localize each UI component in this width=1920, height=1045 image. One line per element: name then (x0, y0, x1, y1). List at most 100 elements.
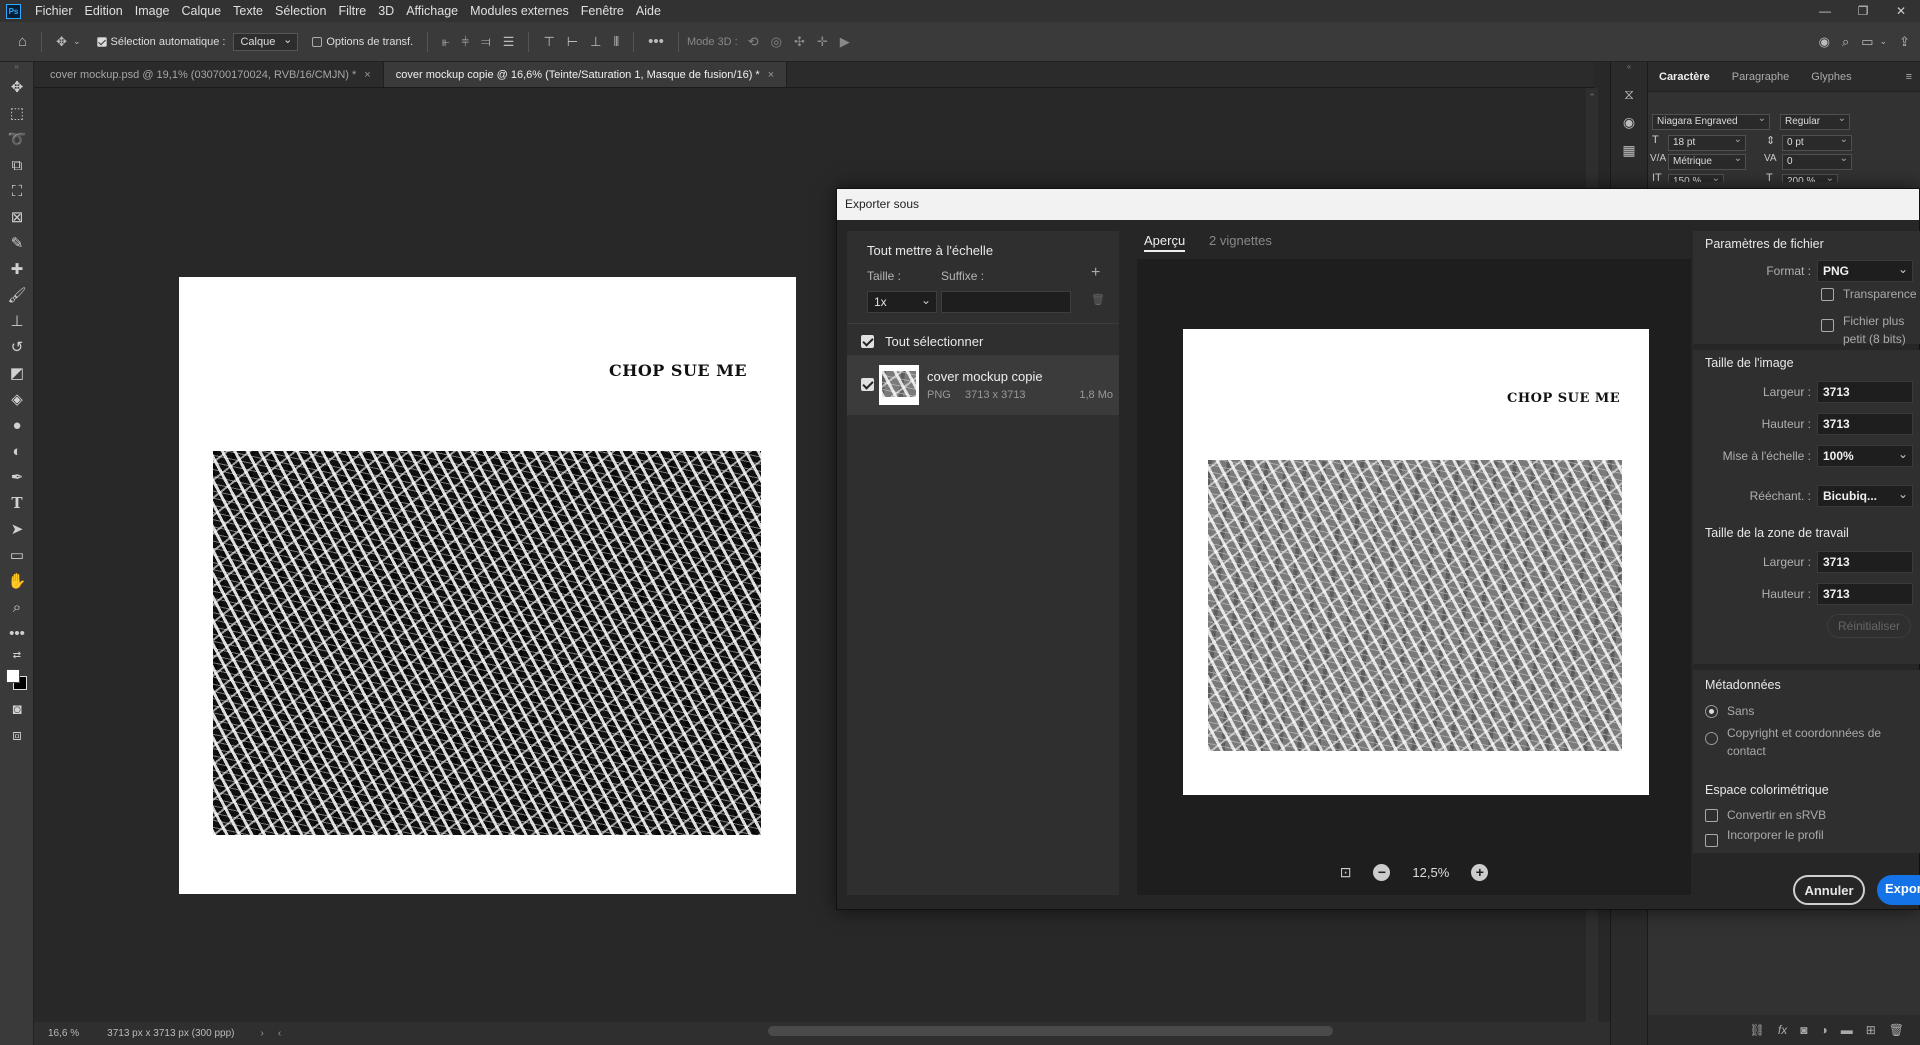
screen-mode-icon[interactable]: ⧈ (0, 722, 34, 748)
add-scale-icon[interactable]: + (1091, 264, 1100, 282)
hand-tool-icon[interactable]: ✋ (0, 568, 34, 594)
menu-aide[interactable]: Aide (630, 4, 667, 18)
history-panel-icon[interactable]: ⧖ (1611, 80, 1647, 108)
color-swatches[interactable] (0, 664, 34, 696)
folder-icon[interactable]: ▬ (1841, 1023, 1853, 1037)
zoom-level[interactable]: 16,6 % (34, 1028, 91, 1039)
format-dropdown[interactable]: PNG ⌄ (1817, 260, 1913, 282)
more-options-icon[interactable]: ••• (648, 33, 664, 50)
camera-3d-icon[interactable]: ▶ (840, 34, 850, 50)
horizontal-scale-field[interactable]: 200 % (1782, 174, 1838, 182)
panel-menu-icon[interactable]: ≡ (1906, 71, 1920, 83)
close-icon[interactable]: ✕ (1882, 0, 1920, 22)
menu-texte[interactable]: Texte (227, 4, 269, 18)
metadata-none-radio[interactable] (1705, 705, 1718, 718)
lasso-tool-icon[interactable]: ➰ (0, 126, 34, 152)
menu-affichage[interactable]: Affichage (400, 4, 464, 18)
history-brush-icon[interactable]: ↺ (0, 334, 34, 360)
move-tool-icon[interactable]: ✥ (56, 34, 67, 50)
healing-brush-icon[interactable]: ✚ (0, 256, 34, 282)
rectangle-tool-icon[interactable]: ▭ (0, 542, 34, 568)
font-size-field[interactable]: 18 pt (1668, 135, 1746, 151)
menu-selection[interactable]: Sélection (269, 4, 332, 18)
workspace-icon[interactable]: ▭ (1861, 34, 1873, 50)
more-tools-icon[interactable]: ••• (0, 620, 34, 646)
chevron-left-icon[interactable]: ‹ (278, 1028, 281, 1039)
document-canvas[interactable]: CHOP SUE ME (179, 277, 796, 894)
distribute-vertical-icon[interactable]: ⦀ (613, 34, 619, 50)
tab-paragraphe[interactable]: Paragraphe (1721, 62, 1801, 92)
image-width-input[interactable]: 3713 (1817, 381, 1913, 403)
asset-checkbox[interactable] (861, 378, 874, 391)
delete-scale-icon[interactable]: 🗑 (1091, 293, 1105, 306)
type-tool-icon[interactable]: T (0, 490, 34, 516)
close-tab-icon[interactable]: × (768, 69, 774, 81)
menu-filtre[interactable]: Filtre (332, 4, 372, 18)
search-icon[interactable]: ⌕ (1842, 34, 1849, 50)
dodge-tool-icon[interactable]: ◐ (0, 438, 34, 464)
transform-options-checkbox[interactable] (312, 36, 323, 47)
frame-tool-icon[interactable]: ⊠ (0, 204, 34, 230)
export-button[interactable]: Exporter (1877, 875, 1920, 905)
resample-dropdown[interactable]: Bicubiq... ⌄ (1817, 485, 1913, 507)
eraser-tool-icon[interactable]: ◩ (0, 360, 34, 386)
preview-area[interactable]: CHOP SUE ME ⊡ − 12,5% + (1137, 259, 1691, 895)
tab-glyphes[interactable]: Glyphes (1800, 62, 1862, 92)
auto-select-checkbox[interactable] (96, 36, 107, 47)
quick-mask-icon[interactable]: ◙ (0, 696, 34, 722)
doc-tab-1[interactable]: cover mockup.psd @ 19,1% (030700170024, … (34, 62, 384, 87)
align-top-icon[interactable]: ⊤ (543, 34, 554, 50)
close-tab-icon[interactable]: × (364, 69, 370, 81)
new-layer-icon[interactable]: ⊞ (1866, 1023, 1876, 1037)
doc-tab-2[interactable]: cover mockup copie @ 16,6% (Teinte/Satur… (383, 62, 788, 87)
pen-tool-icon[interactable]: ✒ (0, 464, 34, 490)
cancel-button[interactable]: Annuler (1793, 875, 1865, 905)
move-tool-icon[interactable]: ✥ (0, 74, 34, 100)
blur-tool-icon[interactable]: ● (0, 412, 34, 438)
home-icon[interactable]: ⌂ (18, 33, 27, 50)
embed-profile-checkbox[interactable] (1705, 834, 1718, 847)
drag-3d-icon[interactable]: ✣ (794, 34, 805, 50)
leading-field[interactable]: 0 pt (1782, 135, 1852, 151)
menu-image[interactable]: Image (129, 4, 176, 18)
marquee-tool-icon[interactable]: ⬚ (0, 100, 34, 126)
menu-modules-externes[interactable]: Modules externes (464, 4, 575, 18)
menu-edition[interactable]: Edition (79, 4, 129, 18)
smaller-file-checkbox[interactable] (1821, 319, 1834, 332)
path-select-icon[interactable]: ➤ (0, 516, 34, 542)
metadata-copyright-radio[interactable] (1705, 732, 1718, 745)
chevron-down-icon[interactable]: ⌄ (73, 36, 81, 47)
tab-caractere[interactable]: Caractère (1648, 62, 1721, 92)
chevron-down-icon[interactable]: ⌄ (1880, 36, 1888, 47)
stamp-tool-icon[interactable]: ⊥ (0, 308, 34, 334)
align-bottom-icon[interactable]: ⊥ (590, 34, 601, 50)
adjustment-icon[interactable]: ◑ (1820, 1023, 1827, 1037)
suffix-input[interactable] (941, 291, 1071, 313)
reset-button[interactable]: Réinitialiser (1827, 614, 1912, 638)
crop-tool-icon[interactable]: ⛶ (0, 178, 34, 204)
orbit-3d-icon[interactable]: ⟲ (748, 34, 759, 50)
asset-row[interactable]: cover mockup copie PNG 3713 x 3713 1,8 M… (847, 355, 1119, 415)
zoom-in-icon[interactable]: + (1471, 863, 1489, 881)
auto-select-dropdown[interactable]: Calque (233, 32, 299, 51)
menu-calque[interactable]: Calque (176, 4, 228, 18)
menu-fenetre[interactable]: Fenêtre (575, 4, 630, 18)
brush-tool-icon[interactable]: 🖌 (0, 282, 34, 308)
canvas-width-input[interactable]: 3713 (1817, 551, 1913, 573)
fit-to-view-icon[interactable]: ⊡ (1340, 864, 1352, 881)
zoom-tool-icon[interactable]: ⌕ (0, 594, 34, 620)
tab-2-vignettes[interactable]: 2 vignettes (1209, 233, 1272, 248)
roll-3d-icon[interactable]: ◎ (771, 34, 782, 50)
align-middle-icon[interactable]: ⊢ (567, 34, 578, 50)
minimize-icon[interactable]: — (1806, 0, 1844, 22)
horizontal-scrollbar-thumb[interactable] (768, 1026, 1333, 1036)
paint-bucket-icon[interactable]: ◈ (0, 386, 34, 412)
select-all-checkbox[interactable] (861, 335, 874, 348)
eyedropper-tool-icon[interactable]: ✎ (0, 230, 34, 256)
collapse-icon[interactable]: » (0, 62, 33, 74)
distribute-icon[interactable]: ☰ (503, 34, 515, 50)
transparency-checkbox[interactable] (1821, 288, 1834, 301)
font-style-dropdown[interactable]: Regular (1780, 114, 1850, 130)
object-select-tool-icon[interactable]: ⧉ (0, 152, 34, 178)
restore-icon[interactable]: ❐ (1844, 0, 1882, 22)
